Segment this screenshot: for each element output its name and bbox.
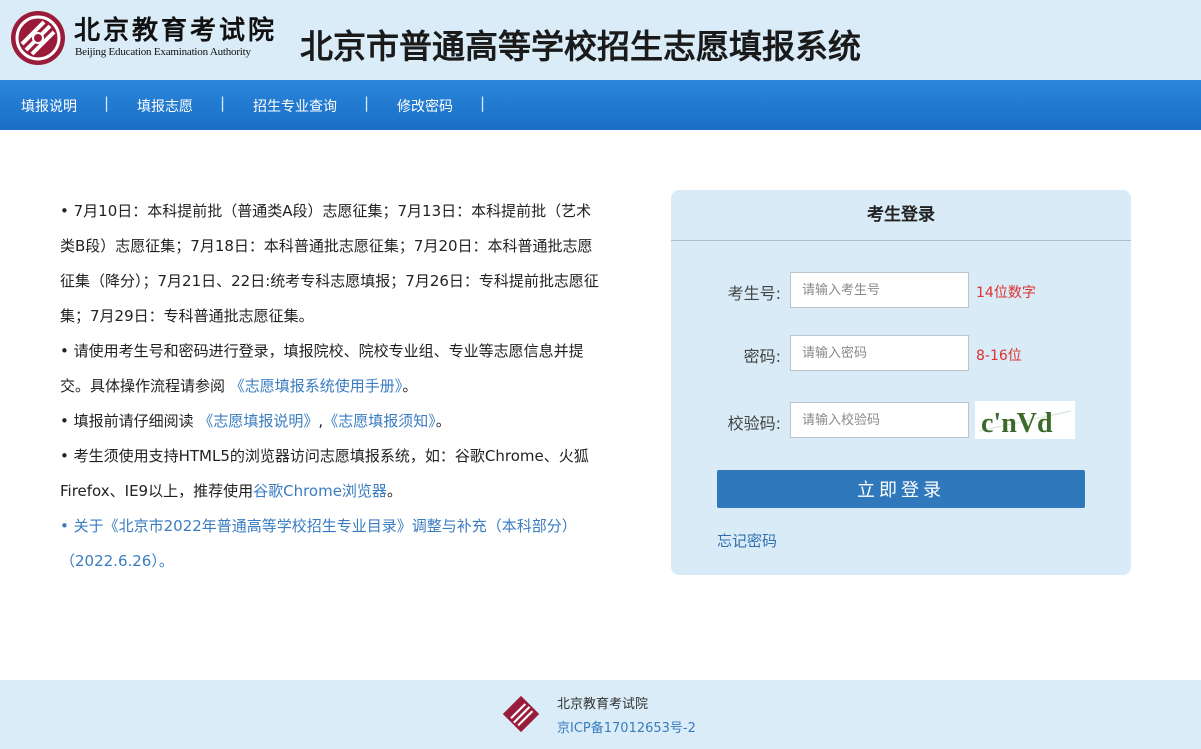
candidate-id-input[interactable] [790,272,969,308]
footer-org-name: 北京教育考试院 [557,697,649,712]
nav-separator: | [480,94,486,112]
login-panel: 考生登录 考生号: 14位数字 密码: 8-16位 校验码: c'nVd 立即登… [671,190,1131,575]
candidate-id-hint: 14位数字 [976,285,1036,301]
notice-item: • 7月10日：本科提前批（普通类A段）志愿征集；7月13日：本科提前批（艺术类… [60,194,605,334]
nav-separator: | [364,94,370,112]
system-title: 北京市普通高等学校招生志愿填报系统 [300,27,861,66]
password-label: 密码: [743,347,781,366]
notice-requirements-link[interactable]: 《志愿填报须知》 [323,412,436,430]
main-nav: 填报说明 | 填报志愿 | 招生专业查询 | 修改密码 | [0,80,1201,130]
nav-item-fill-application[interactable]: 填报志愿 [137,96,193,116]
forgot-password-link[interactable]: 忘记密码 [717,530,777,551]
captcha-text: c'nVd [981,408,1053,439]
password-hint: 8-16位 [976,348,1022,364]
password-input[interactable] [790,335,969,371]
nav-separator: | [220,94,226,112]
bjeea-logo-icon [11,11,65,65]
bjeea-footer-logo-icon [502,695,540,733]
notice-punct: 。 [386,482,402,500]
candidate-id-label: 考生号: [727,284,781,303]
chrome-link[interactable]: 谷歌Chrome浏览器 [253,482,387,500]
org-name-en: Beijing Education Examination Authority [75,46,251,58]
notice-item: • 填报前请仔细阅读 《志愿填报说明》,《志愿填报须知》。 [60,404,605,439]
notice-list: • 7月10日：本科提前批（普通类A段）志愿征集；7月13日：本科提前批（艺术类… [60,194,605,579]
notice-read-text: • 填报前请仔细阅读 [60,412,194,430]
captcha-image[interactable]: c'nVd [975,401,1075,439]
login-title: 考生登录 [671,190,1131,241]
notice-item: • 请使用考生号和密码进行登录，填报院校、院校专业组、专业等志愿信息并提交。具体… [60,334,605,404]
page-header: 北京教育考试院 Beijing Education Examination Au… [0,0,1201,80]
page-footer: 北京教育考试院 京ICP备17012653号-2 [0,680,1201,749]
major-catalog-notice-link[interactable]: • 关于《北京市2022年普通高等学校招生专业目录》调整与补充（本科部分）（20… [60,509,605,579]
notice-item: • 考生须使用支持HTML5的浏览器访问志愿填报系统，如：谷歌Chrome、火狐… [60,439,605,509]
icp-link[interactable]: 京ICP备17012653号-2 [557,717,696,736]
org-name-cn: 北京教育考试院 [74,16,278,46]
nav-item-change-password[interactable]: 修改密码 [397,96,453,116]
captcha-input[interactable] [790,402,969,438]
captcha-label: 校验码: [727,414,781,433]
instructions-link[interactable]: 《志愿填报说明》 [198,412,318,430]
nav-item-major-query[interactable]: 招生专业查询 [253,96,337,116]
nav-item-instructions[interactable]: 填报说明 [21,96,77,116]
notice-schedule-text: • 7月10日：本科提前批（普通类A段）志愿征集；7月13日：本科提前批（艺术类… [60,202,599,325]
notice-punct: 。 [402,377,418,395]
manual-link[interactable]: 《志愿填报系统使用手册》 [230,377,403,395]
notice-punct: 。 [435,412,451,430]
nav-separator: | [104,94,110,112]
login-button[interactable]: 立即登录 [717,470,1085,508]
